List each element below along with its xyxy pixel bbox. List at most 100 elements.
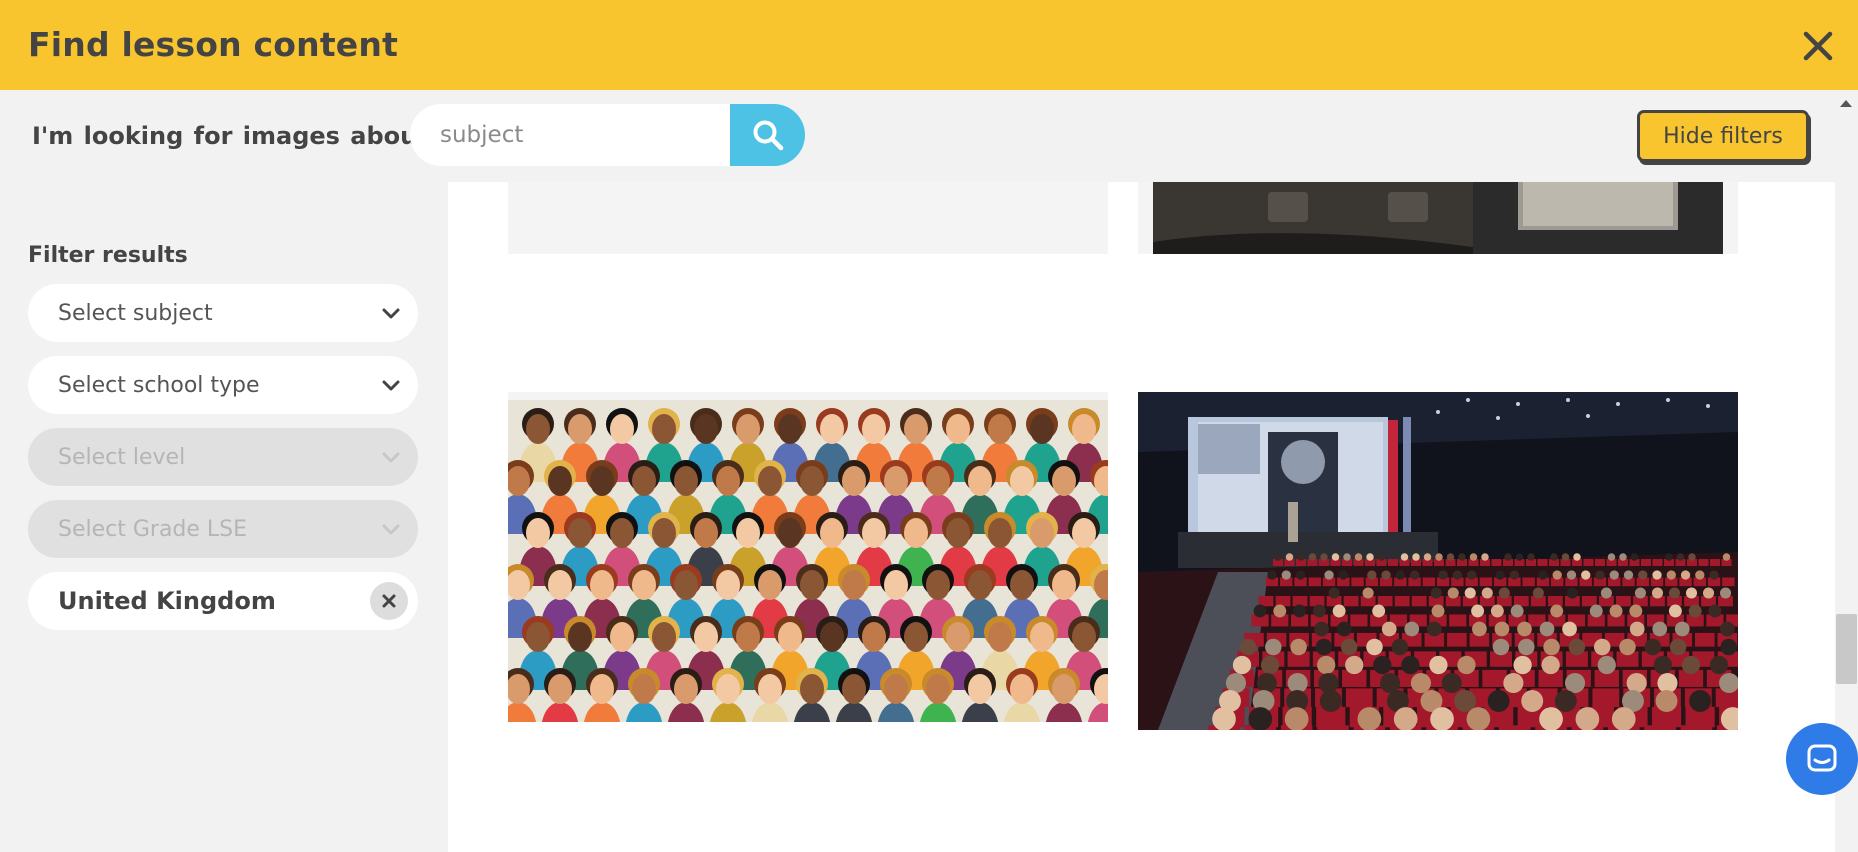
- audience-head: [1609, 570, 1619, 580]
- audience-head: [1324, 570, 1334, 580]
- header-bar: Find lesson content: [0, 0, 1858, 90]
- audience-head: [1695, 570, 1705, 580]
- audience-head: [1391, 638, 1409, 656]
- school-type-select[interactable]: Select school type: [28, 356, 418, 414]
- cinema-seat: [1394, 595, 1410, 607]
- search-input[interactable]: [410, 104, 732, 166]
- result-image-top-left[interactable]: [508, 182, 1108, 254]
- audience-head: [1290, 638, 1307, 656]
- audience-head: [1513, 655, 1532, 675]
- chat-launcher-button[interactable]: [1786, 723, 1858, 795]
- audience-head: [1655, 690, 1678, 712]
- scroll-up-arrow-icon[interactable]: [1840, 100, 1852, 107]
- search-button[interactable]: [730, 104, 805, 166]
- audience-head: [1609, 604, 1623, 618]
- audience-head: [1373, 655, 1392, 675]
- audience-head: [1676, 553, 1685, 561]
- crowd-figure-head: [758, 674, 782, 704]
- close-button[interactable]: [1800, 28, 1836, 64]
- audience-head: [1708, 604, 1722, 618]
- audience-head: [1430, 707, 1454, 730]
- crowd-figure-head: [1052, 674, 1076, 704]
- audience-head: [1332, 604, 1346, 618]
- crowd-figure-head: [632, 466, 656, 496]
- cinema-seat: [1308, 577, 1321, 587]
- audience-head: [1320, 553, 1328, 561]
- audience-head: [1619, 553, 1627, 561]
- chevron-down-icon: [382, 380, 400, 391]
- audience-head: [1331, 553, 1340, 561]
- crowd-figure-head: [568, 622, 592, 652]
- grade-select: Select Grade LSE: [28, 500, 418, 558]
- crowd-figure-head: [778, 518, 802, 548]
- crowd-figure-head: [884, 466, 908, 496]
- audience-head: [1653, 655, 1673, 675]
- crowd-figure-head: [736, 622, 760, 652]
- crowd-figure-head: [548, 570, 572, 600]
- cinema-seat: [1581, 595, 1597, 607]
- subject-select[interactable]: Select subject: [28, 284, 418, 342]
- cinema-seat: [1317, 725, 1349, 730]
- crowd-figure-head: [736, 414, 760, 444]
- audience-head: [1595, 570, 1605, 580]
- audience-head: [1395, 570, 1405, 580]
- audience-head: [1593, 638, 1611, 656]
- crowd-figure-head: [526, 518, 550, 548]
- audience-head: [1446, 553, 1455, 561]
- crowd-figure-head: [568, 414, 592, 444]
- audience-head: [1481, 553, 1489, 561]
- audience-head: [1550, 604, 1564, 618]
- crowd-figure-head: [842, 674, 866, 704]
- audience-head: [1487, 690, 1510, 712]
- audience-head: [1377, 553, 1386, 561]
- result-image-top-right[interactable]: [1138, 182, 1738, 254]
- cinema-seat: [1447, 632, 1467, 647]
- country-label: United Kingdom: [58, 587, 276, 615]
- audience-head: [1297, 553, 1305, 561]
- cinema-seat: [1698, 559, 1709, 566]
- scrollbar-thumb[interactable]: [1836, 614, 1857, 684]
- clear-country-button[interactable]: [370, 582, 408, 620]
- cinema-seat: [1695, 632, 1715, 647]
- crowd-figure-head: [652, 414, 676, 444]
- crowd-figure-head: [716, 674, 740, 704]
- audience-head: [1498, 587, 1510, 599]
- result-image-crowd-illustration[interactable]: [508, 392, 1108, 722]
- audience-head: [1260, 655, 1280, 675]
- cinema-seat: [1537, 559, 1548, 566]
- audience-head: [1581, 570, 1591, 580]
- crowd-figure-head: [674, 466, 698, 496]
- audience-head: [1295, 570, 1306, 580]
- audience-head: [1515, 553, 1524, 561]
- country-filter-chip: United Kingdom: [28, 572, 418, 630]
- audience-head: [1431, 604, 1445, 618]
- crowd-figure-head: [1072, 622, 1096, 652]
- audience-head: [1722, 553, 1731, 561]
- cinema-seat: [1595, 559, 1605, 566]
- crowd-figure-head: [716, 466, 740, 496]
- audience-head: [1552, 570, 1562, 580]
- crowd-figure-head: [652, 622, 676, 652]
- cinema-seat: [1498, 725, 1531, 730]
- audience-head: [1380, 672, 1401, 694]
- level-select: Select level: [28, 428, 418, 486]
- audience-head: [1466, 570, 1477, 580]
- cinema-seat: [1644, 725, 1676, 730]
- crowd-figure-head: [694, 518, 718, 548]
- cinema-seat: [1522, 577, 1535, 587]
- cinema-seat: [1350, 614, 1368, 627]
- audience-head: [1510, 604, 1524, 618]
- audience-head: [1328, 587, 1340, 599]
- grade-select-label: Select Grade LSE: [58, 516, 248, 542]
- audience-head: [1626, 672, 1647, 694]
- audience-head: [1538, 570, 1548, 580]
- audience-head: [1541, 655, 1560, 675]
- close-icon: [1803, 31, 1833, 61]
- audience-head: [1471, 604, 1485, 618]
- hide-filters-button[interactable]: Hide filters: [1637, 110, 1809, 162]
- result-image-cinema-audience[interactable]: [1138, 392, 1738, 730]
- audience-head: [1669, 638, 1687, 656]
- chat-icon: [1807, 744, 1837, 772]
- audience-head: [1343, 553, 1351, 561]
- audience-head: [1318, 672, 1339, 694]
